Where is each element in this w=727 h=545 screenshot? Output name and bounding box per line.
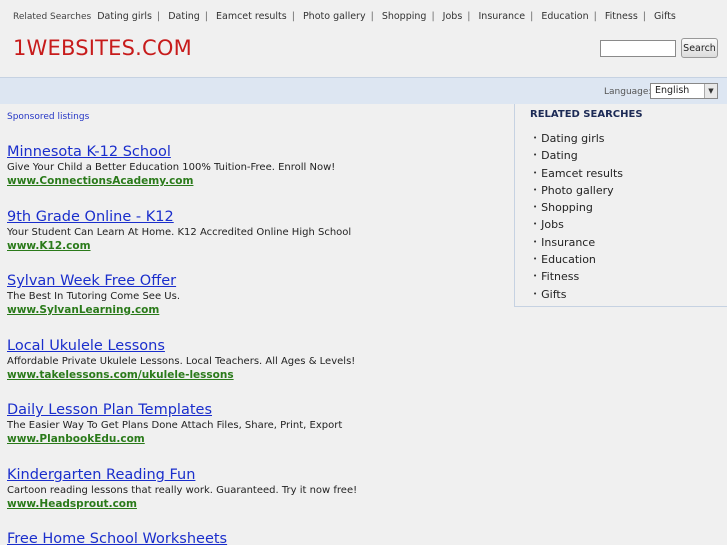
top-link-dating[interactable]: Dating [168, 11, 200, 22]
top-related-label: Related Searches [13, 12, 92, 22]
related-item-shopping[interactable]: • Shopping [533, 199, 623, 216]
bullet-icon: • [533, 255, 538, 264]
ad-url-link[interactable]: www.SylvanLearning.com [7, 303, 180, 317]
search-button[interactable]: Search [681, 38, 718, 58]
ad-description: Give Your Child a Better Education 100% … [7, 162, 336, 173]
related-item-jobs[interactable]: • Jobs [533, 216, 623, 233]
separator: | [370, 11, 374, 22]
ad-url-link[interactable]: www.PlanbookEdu.com [7, 432, 342, 446]
separator: | [593, 11, 597, 22]
related-item-education[interactable]: • Education [533, 251, 623, 268]
ad-title-link[interactable]: 9th Grade Online - K12 [7, 209, 351, 226]
bullet-icon: • [533, 220, 538, 229]
top-link-education[interactable]: Education [541, 11, 588, 22]
related-searches-panel: RELATED SEARCHES • Dating girls • Dating •… [514, 104, 727, 307]
ad-url-link[interactable]: www.takelessons.com/ukulele-lessons [7, 368, 355, 382]
top-link-fitness[interactable]: Fitness [605, 11, 638, 22]
bullet-icon: • [533, 185, 538, 194]
separator: | [431, 11, 435, 22]
ad-description: Affordable Private Ukulele Lessons. Loca… [7, 356, 356, 367]
top-link-gifts[interactable]: Gifts [654, 11, 676, 22]
ad-listing: Minnesota K-12 School Give Your Child a … [7, 144, 335, 188]
separator: | [530, 11, 534, 22]
related-item-insurance[interactable]: • Insurance [533, 234, 623, 251]
ad-title-link[interactable]: Free Home School Worksheets [7, 531, 227, 545]
ad-listing: Local Ukulele Lessons Affordable Private… [7, 338, 355, 382]
separator: | [204, 11, 208, 22]
bullet-icon: • [533, 203, 538, 212]
ad-title-link[interactable]: Local Ukulele Lessons [7, 338, 355, 355]
ad-listing: Kindergarten Reading Fun Cartoon reading… [7, 467, 357, 511]
top-related-searches: Related Searches Dating girls | Dating | E… [13, 11, 676, 22]
ad-url-link[interactable]: www.Headsprout.com [7, 497, 357, 511]
ad-url-link[interactable]: www.ConnectionsAcademy.com [7, 174, 335, 188]
top-link-jobs[interactable]: Jobs [443, 11, 463, 22]
top-link-dating-girls[interactable]: Dating girls [97, 11, 152, 22]
related-item-dating-girls[interactable]: • Dating girls [533, 130, 623, 147]
separator: | [642, 11, 646, 22]
related-searches-list: • Dating girls • Dating • Eamcet results • P… [533, 130, 623, 303]
bullet-icon: • [533, 237, 538, 246]
search-input[interactable] [600, 40, 676, 57]
ad-url-link[interactable]: www.K12.com [7, 239, 351, 253]
related-item-photo-gallery[interactable]: • Photo gallery [533, 182, 623, 199]
site-logo[interactable]: 1WEBSITES.COM [13, 36, 192, 60]
related-item-eamcet-results[interactable]: • Eamcet results [533, 165, 623, 182]
bullet-icon: • [533, 272, 538, 281]
ad-title-link[interactable]: Daily Lesson Plan Templates [7, 402, 342, 419]
related-item-fitness[interactable]: • Fitness [533, 268, 623, 285]
top-link-shopping[interactable]: Shopping [382, 11, 427, 22]
ad-description: Cartoon reading lessons that really work… [7, 485, 358, 496]
ad-title-link[interactable]: Sylvan Week Free Offer [7, 273, 180, 290]
language-label: Language: [604, 87, 652, 97]
related-item-dating[interactable]: • Dating [533, 147, 623, 164]
separator: | [467, 11, 471, 22]
ad-description: The Easier Way To Get Plans Done Attach … [7, 420, 343, 431]
ad-listing: 9th Grade Online - K12 Your Student Can … [7, 209, 351, 253]
related-item-gifts[interactable]: • Gifts [533, 286, 623, 303]
related-searches-heading: RELATED SEARCHES [530, 109, 643, 120]
bullet-icon: • [533, 168, 538, 177]
top-link-eamcet-results[interactable]: Eamcet results [216, 11, 287, 22]
ad-description: The Best In Tutoring Come See Us. [7, 291, 180, 302]
ad-description: Your Student Can Learn At Home. K12 Accr… [7, 227, 352, 238]
bullet-icon: • [533, 134, 538, 142]
dropdown-arrow-icon: ▼ [704, 84, 717, 98]
ad-title-link[interactable]: Minnesota K-12 School [7, 144, 335, 161]
ad-listing: Free Home School Worksheets [7, 531, 227, 545]
language-selected-value: English [655, 85, 690, 96]
ad-listing: Daily Lesson Plan Templates The Easier W… [7, 402, 342, 446]
ad-title-link[interactable]: Kindergarten Reading Fun [7, 467, 357, 484]
separator: | [156, 11, 161, 22]
bullet-icon: • [533, 289, 538, 298]
top-link-insurance[interactable]: Insurance [479, 11, 526, 22]
ad-listing: Sylvan Week Free Offer The Best In Tutor… [7, 273, 180, 317]
language-select[interactable]: English ▼ [650, 83, 718, 99]
separator: | [291, 11, 295, 22]
bullet-icon: • [533, 151, 538, 160]
top-link-photo-gallery[interactable]: Photo gallery [303, 11, 366, 22]
sponsored-listings-label: Sponsored listings [7, 112, 90, 122]
